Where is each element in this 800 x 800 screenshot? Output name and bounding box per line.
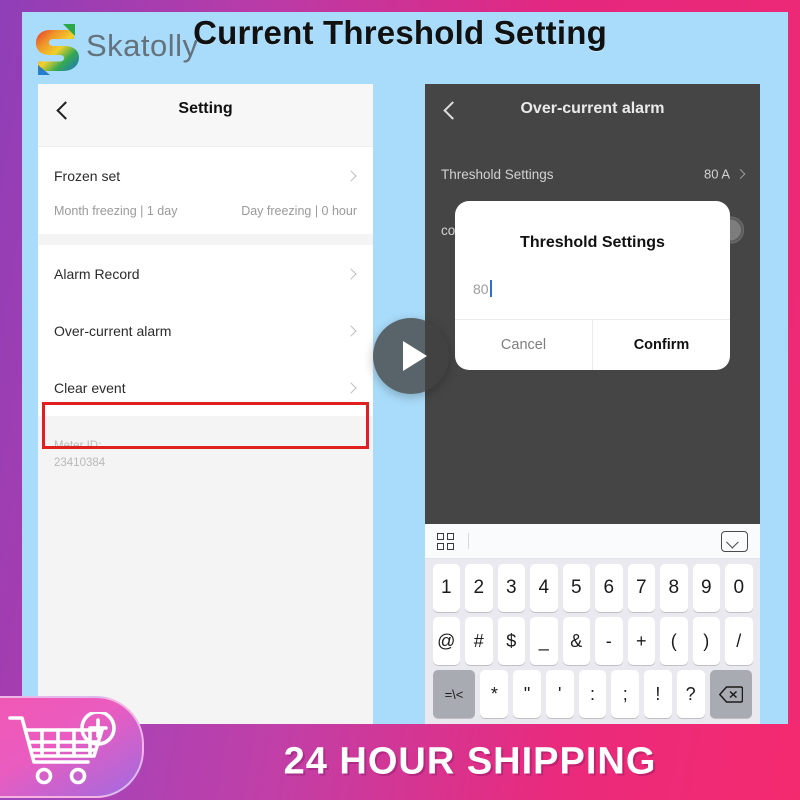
keyboard-toolbar bbox=[425, 524, 760, 559]
left-phone-screen: Setting Frozen set Month freezing | 1 da… bbox=[38, 84, 373, 724]
right-navbar-title: Over-current alarm bbox=[520, 100, 665, 117]
row-label: Clear event bbox=[54, 379, 126, 396]
row-label: Alarm Record bbox=[54, 265, 140, 282]
key-semicolon[interactable]: ; bbox=[611, 670, 640, 718]
chevron-right-icon bbox=[345, 267, 357, 280]
settings-card: Alarm Record Over-current alarm Clear ev… bbox=[38, 245, 373, 416]
key-1[interactable]: 1 bbox=[432, 564, 460, 612]
row-label: Threshold Settings bbox=[441, 166, 554, 182]
chevron-right-icon bbox=[735, 169, 746, 179]
key-paren-close[interactable]: ) bbox=[692, 617, 720, 665]
month-freezing-label: Month freezing | 1 day bbox=[54, 204, 178, 218]
meter-id-label: Meter ID: bbox=[54, 440, 102, 452]
row-label: Frozen set bbox=[54, 167, 121, 184]
confirm-button[interactable]: Confirm bbox=[593, 320, 730, 370]
keyboard-row-symbols: @ # $ _ & - + ( ) / bbox=[425, 612, 760, 665]
keyboard-grid-icon[interactable] bbox=[437, 532, 454, 550]
play-triangle bbox=[402, 341, 427, 371]
frozen-set-card: Frozen set Month freezing | 1 day Day fr… bbox=[38, 147, 373, 234]
chevron-right-icon bbox=[345, 381, 357, 394]
key-asterisk[interactable]: * bbox=[480, 670, 509, 718]
hide-keyboard-chevron-down-icon[interactable] bbox=[721, 531, 748, 552]
key-hash[interactable]: # bbox=[465, 617, 493, 665]
keyboard-row-numbers: 1 2 3 4 5 6 7 8 9 0 bbox=[425, 559, 760, 612]
left-content: Frozen set Month freezing | 1 day Day fr… bbox=[38, 147, 373, 724]
key-underscore[interactable]: _ bbox=[530, 617, 558, 665]
key-paren-open[interactable]: ( bbox=[660, 617, 688, 665]
promo-image-stage: Skatolly Current Threshold Setting Setti… bbox=[0, 0, 800, 800]
left-navbar: Setting bbox=[38, 84, 373, 147]
key-3[interactable]: 3 bbox=[497, 564, 525, 612]
backspace-icon[interactable] bbox=[709, 670, 753, 718]
play-button-icon[interactable] bbox=[373, 318, 449, 394]
key-0[interactable]: 0 bbox=[725, 564, 753, 612]
dialog-input-wrapper[interactable]: 80 bbox=[455, 252, 730, 319]
right-phone-screen: Over-current alarm Threshold Settings 80… bbox=[425, 84, 760, 724]
key-colon[interactable]: : bbox=[578, 670, 607, 718]
page-title: Current Threshold Setting bbox=[193, 14, 607, 51]
key-7[interactable]: 7 bbox=[627, 564, 655, 612]
key-exclamation[interactable]: ! bbox=[644, 670, 672, 718]
key-4[interactable]: 4 bbox=[530, 564, 558, 612]
day-freezing-label: Day freezing | 0 hour bbox=[241, 204, 357, 218]
left-navbar-title: Setting bbox=[178, 100, 233, 117]
row-alarm-record[interactable]: Alarm Record bbox=[38, 245, 373, 302]
row-label: co bbox=[441, 222, 456, 238]
text-caret bbox=[489, 280, 492, 297]
key-dollar[interactable]: $ bbox=[497, 617, 525, 665]
key-at[interactable]: @ bbox=[432, 617, 460, 665]
key-question[interactable]: ? bbox=[676, 670, 705, 718]
section-divider bbox=[38, 234, 373, 245]
row-over-current-alarm[interactable]: Over-current alarm bbox=[38, 302, 373, 359]
chevron-right-icon bbox=[345, 169, 357, 182]
threshold-input-field[interactable]: 80 bbox=[473, 280, 492, 297]
row-clear-event[interactable]: Clear event bbox=[38, 359, 373, 416]
row-frozen-set[interactable]: Frozen set bbox=[38, 147, 373, 204]
key-5[interactable]: 5 bbox=[562, 564, 590, 612]
key-2[interactable]: 2 bbox=[465, 564, 493, 612]
key-symbol-page-switch[interactable]: =\< bbox=[432, 670, 476, 718]
right-navbar: Over-current alarm bbox=[425, 84, 760, 146]
key-plus[interactable]: + bbox=[627, 617, 655, 665]
row-threshold-settings[interactable]: Threshold Settings 80 A bbox=[425, 146, 760, 202]
key-ampersand[interactable]: & bbox=[562, 617, 590, 665]
add-to-cart-icon bbox=[0, 696, 144, 798]
keyboard-row-extra: =\< * " ' : ; ! ? bbox=[425, 665, 760, 718]
meter-id-value: 23410384 bbox=[54, 456, 106, 469]
threshold-input-value: 80 bbox=[473, 281, 489, 297]
threshold-value: 80 A bbox=[703, 166, 730, 182]
toolbar-divider bbox=[468, 533, 469, 549]
dialog-title: Threshold Settings bbox=[520, 234, 665, 251]
meter-id-block: Meter ID: 23410384 bbox=[38, 416, 373, 472]
key-8[interactable]: 8 bbox=[660, 564, 688, 612]
freeze-info: Month freezing | 1 day Day freezing | 0 … bbox=[38, 204, 373, 234]
threshold-settings-dialog: Threshold Settings 80 Cancel Confirm bbox=[455, 201, 730, 370]
row-label: Over-current alarm bbox=[54, 322, 172, 339]
right-dimmed-content: Over-current alarm Threshold Settings 80… bbox=[425, 84, 760, 524]
chevron-right-icon bbox=[345, 324, 357, 337]
key-single-quote[interactable]: ' bbox=[545, 670, 574, 718]
key-minus[interactable]: - bbox=[595, 617, 623, 665]
key-9[interactable]: 9 bbox=[692, 564, 720, 612]
dialog-actions: Cancel Confirm bbox=[455, 319, 730, 370]
key-6[interactable]: 6 bbox=[595, 564, 623, 612]
key-double-quote[interactable]: " bbox=[513, 670, 541, 718]
key-slash[interactable]: / bbox=[725, 617, 753, 665]
shipping-banner-text: 24 HOUR SHIPPING bbox=[283, 740, 657, 783]
cancel-button[interactable]: Cancel bbox=[455, 320, 593, 370]
onscreen-keyboard: 1 2 3 4 5 6 7 8 9 0 @ # $ _ & - + ( ) / … bbox=[425, 524, 760, 724]
